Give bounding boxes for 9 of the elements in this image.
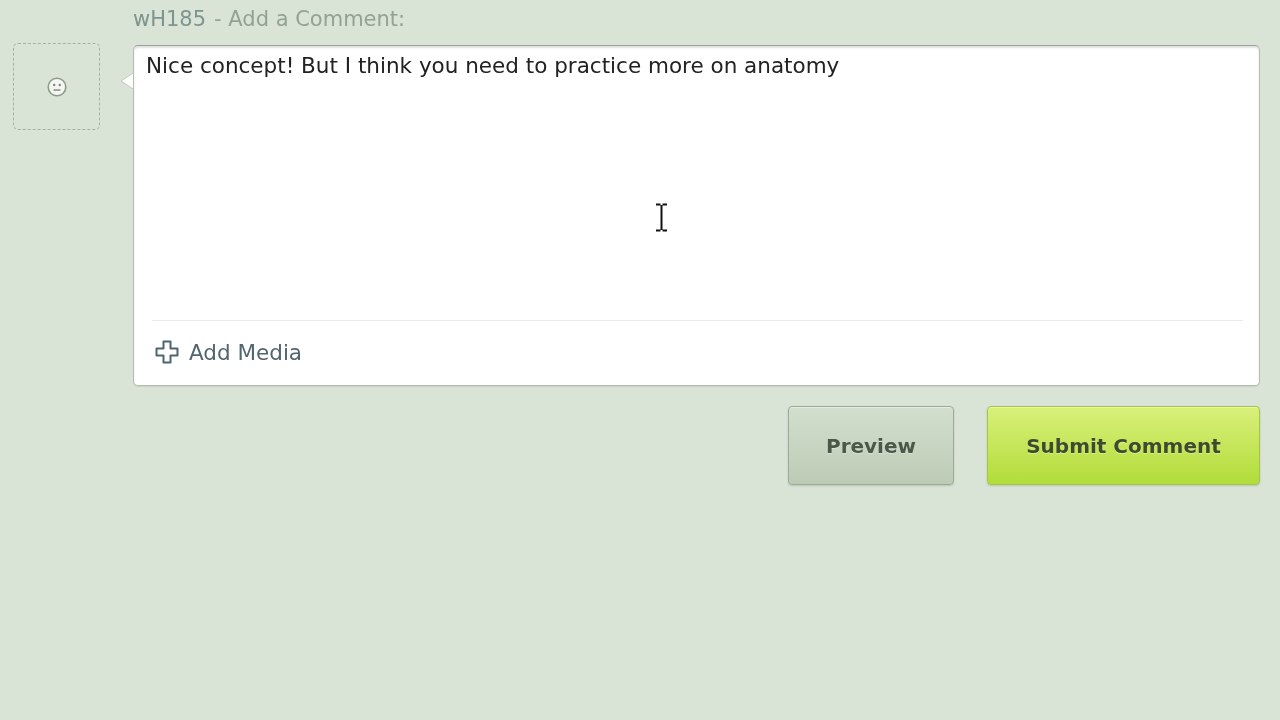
submit-button[interactable]: Submit Comment (987, 406, 1260, 485)
plus-icon (155, 340, 179, 364)
add-media-link[interactable]: Add Media (155, 339, 303, 367)
text-cursor-icon (655, 203, 668, 232)
speech-tail-icon (120, 72, 134, 90)
preview-button[interactable]: Preview (788, 406, 954, 485)
heading-text: - Add a Comment: (214, 7, 406, 31)
smiley-icon (46, 76, 67, 97)
comment-field[interactable]: Nice concept! But I think you need to practice more on anatomy Add Media (133, 45, 1260, 386)
